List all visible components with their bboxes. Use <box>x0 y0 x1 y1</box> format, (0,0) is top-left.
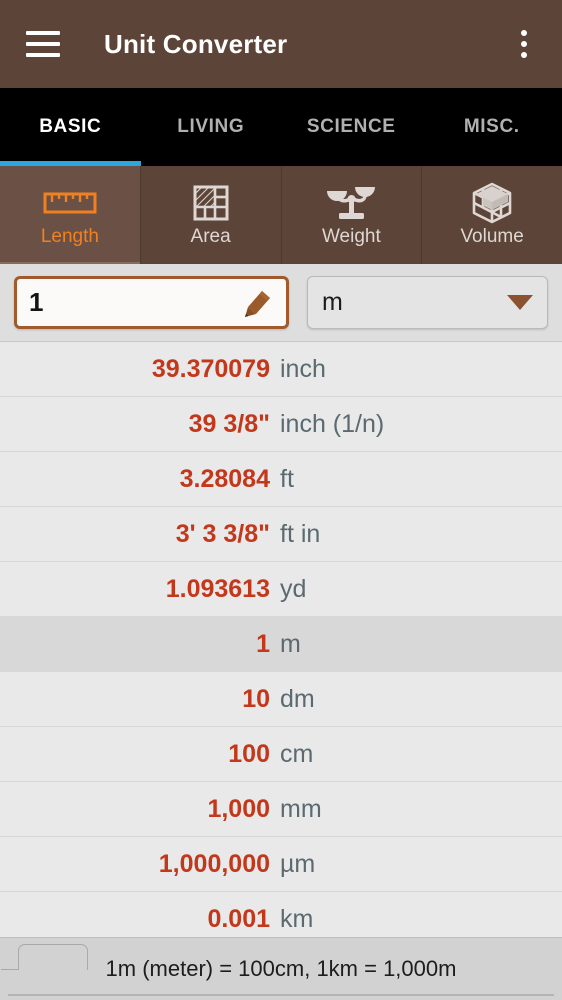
chevron-down-icon <box>507 295 533 310</box>
cube-icon <box>465 182 519 223</box>
ruler-icon <box>43 183 97 223</box>
table-row[interactable]: 3.28084 ft <box>0 452 562 507</box>
hamburger-line <box>26 53 60 57</box>
table-row[interactable]: 3' 3 3/8" ft in <box>0 507 562 562</box>
result-value: 1,000,000 <box>158 849 270 878</box>
pencil-icon[interactable] <box>240 288 274 318</box>
table-row[interactable]: 100 cm <box>0 727 562 782</box>
table-row[interactable]: 39 3/8" inch (1/n) <box>0 397 562 452</box>
result-unit: km <box>280 904 314 933</box>
unit-converter-app: Unit Converter BASIC LIVING SCIENCE MISC… <box>0 0 562 1000</box>
result-value: 1.093613 <box>165 574 270 603</box>
table-row[interactable]: 39.370079 inch <box>0 342 562 397</box>
value-input[interactable]: 1 <box>14 276 289 329</box>
table-row[interactable]: 1.093613 yd <box>0 562 562 617</box>
category-tab-bar: Length Area Weight Volume <box>0 166 562 264</box>
info-bar-handle[interactable] <box>1 944 88 970</box>
table-row[interactable]: 10 dm <box>0 672 562 727</box>
table-row-selected[interactable]: 1 m <box>0 617 562 672</box>
category-tab-area-label: Area <box>190 225 231 247</box>
page-title: Unit Converter <box>104 28 288 59</box>
info-bar-text: 1m (meter) = 100cm, 1km = 1,000m <box>105 956 457 981</box>
category-tab-volume-label: Volume <box>460 225 524 247</box>
tab-misc[interactable]: MISC. <box>422 88 562 166</box>
hamburger-menu-icon[interactable] <box>12 0 74 88</box>
overflow-dot <box>521 30 527 36</box>
result-unit: yd <box>280 574 307 603</box>
result-unit: ft <box>280 464 294 493</box>
result-unit: inch <box>280 354 326 383</box>
result-unit: ft in <box>280 519 321 548</box>
hamburger-line <box>26 31 60 35</box>
grid-square-icon <box>184 183 238 223</box>
category-tab-weight-label: Weight <box>321 225 381 247</box>
info-bar[interactable]: 1m (meter) = 100cm, 1km = 1,000m <box>0 937 562 1000</box>
result-value: 1,000 <box>207 794 270 823</box>
overflow-dot <box>521 52 527 58</box>
tab-science-label: SCIENCE <box>306 116 396 137</box>
result-value: 100 <box>228 739 270 768</box>
tab-basic[interactable]: BASIC <box>0 88 141 166</box>
value-input-text: 1 <box>29 287 44 317</box>
result-unit: m <box>280 629 301 658</box>
result-unit: dm <box>280 684 315 713</box>
section-tab-bar: BASIC LIVING SCIENCE MISC. <box>0 88 562 166</box>
tab-science[interactable]: SCIENCE <box>281 88 422 166</box>
result-unit: mm <box>280 794 322 823</box>
category-tab-weight[interactable]: Weight <box>282 166 423 264</box>
overflow-dot <box>521 41 527 47</box>
result-value: 10 <box>242 684 270 713</box>
category-tab-area[interactable]: Area <box>141 166 282 264</box>
more-vertical-icon[interactable] <box>500 0 548 88</box>
category-tab-length[interactable]: Length <box>0 166 141 264</box>
result-value: 1 <box>256 629 270 658</box>
conversion-results-list[interactable]: 39.370079 inch 39 3/8" inch (1/n) 3.2808… <box>0 342 562 1000</box>
tab-misc-label: MISC. <box>463 116 520 137</box>
tab-living[interactable]: LIVING <box>141 88 282 166</box>
result-value: 0.001 <box>207 904 270 933</box>
app-bar: Unit Converter <box>0 0 562 88</box>
result-value: 39.370079 <box>151 354 270 383</box>
category-tab-volume[interactable]: Volume <box>422 166 562 264</box>
converter-input-row: 1 m <box>0 264 562 342</box>
result-unit: inch (1/n) <box>280 409 385 438</box>
result-unit: µm <box>280 849 316 878</box>
table-row[interactable]: 1,000 mm <box>0 782 562 837</box>
result-value: 3' 3 3/8" <box>175 519 270 548</box>
result-value: 3.28084 <box>179 464 270 493</box>
balance-scale-icon <box>324 183 378 223</box>
unit-select-value: m <box>322 288 343 316</box>
tab-living-label: LIVING <box>177 116 245 137</box>
table-row[interactable]: 1,000,000 µm <box>0 837 562 892</box>
tab-basic-label: BASIC <box>39 116 102 137</box>
unit-select[interactable]: m <box>307 276 548 329</box>
hamburger-line <box>26 42 60 46</box>
result-value: 39 3/8" <box>188 409 270 438</box>
category-tab-length-label: Length <box>40 225 99 247</box>
result-unit: cm <box>280 739 314 768</box>
